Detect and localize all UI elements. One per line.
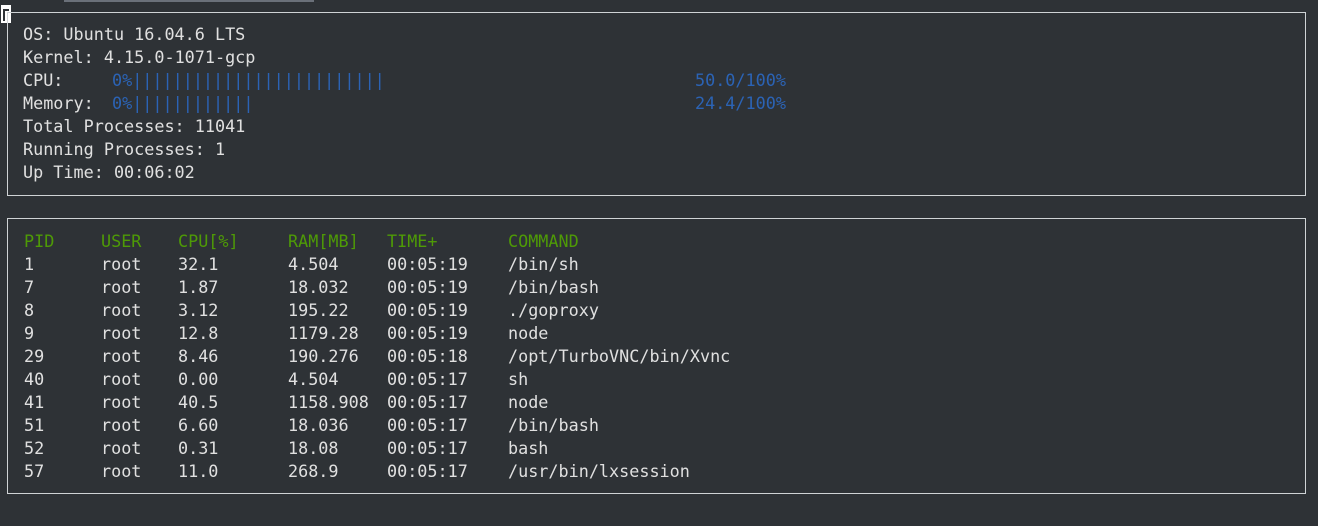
- memory-usage-bar: 0%||||||||||||: [112, 93, 254, 113]
- row-ram: 268.9: [288, 461, 339, 481]
- row-pid: 9: [24, 323, 35, 343]
- header-ram: RAM[MB]: [288, 231, 359, 251]
- row-user: root: [101, 346, 142, 366]
- row-user: root: [101, 369, 142, 389]
- row-pid: 57: [24, 461, 45, 481]
- row-command: node: [508, 392, 549, 412]
- row-time: 00:05:19: [387, 254, 468, 274]
- row-command: /opt/TurboVNC/bin/Xvnc: [508, 346, 731, 366]
- row-pid: 29: [24, 346, 45, 366]
- row-command: bash: [508, 438, 549, 458]
- os-label: OS:: [23, 24, 54, 44]
- row-user: root: [101, 438, 142, 458]
- row-command: sh: [508, 369, 529, 389]
- uptime-line: Up Time: 00:06:02: [23, 161, 195, 184]
- row-ram: 190.276: [288, 346, 359, 366]
- row-cpu: 40.5: [178, 392, 219, 412]
- row-ram: 195.22: [288, 300, 349, 320]
- row-cpu: 32.1: [178, 254, 219, 274]
- row-user: root: [101, 323, 142, 343]
- uptime-label: Up Time:: [23, 162, 104, 182]
- total-processes-value: 11041: [194, 116, 246, 136]
- row-cpu: 11.0: [178, 461, 219, 481]
- row-command: /bin/bash: [508, 415, 599, 435]
- row-time: 00:05:17: [387, 392, 468, 412]
- header-cpu: CPU[%]: [178, 231, 239, 251]
- os-line: OS: Ubuntu 16.04.6 LTS: [23, 23, 245, 46]
- row-pid: 51: [24, 415, 45, 435]
- header-command: COMMAND: [508, 231, 579, 251]
- row-ram: 18.08: [288, 438, 339, 458]
- cpu-usage-value: 50.0/100%: [695, 70, 786, 90]
- row-cpu: 6.60: [178, 415, 219, 435]
- row-user: root: [101, 461, 142, 481]
- total-processes-line: Total Processes: 11041: [23, 115, 245, 138]
- row-user: root: [101, 392, 142, 412]
- row-command: /bin/bash: [508, 277, 599, 297]
- row-pid: 8: [24, 300, 35, 320]
- row-ram: 18.036: [288, 415, 349, 435]
- row-cpu: 8.46: [178, 346, 219, 366]
- row-time: 00:05:18: [387, 346, 468, 366]
- row-pid: 41: [24, 392, 45, 412]
- row-user: root: [101, 415, 142, 435]
- row-cpu: 0.00: [178, 369, 219, 389]
- row-command: /usr/bin/lxsession: [508, 461, 690, 481]
- row-time: 00:05:17: [387, 438, 468, 458]
- os-value: Ubuntu 16.04.6 LTS: [63, 24, 246, 44]
- row-pid: 1: [24, 254, 35, 274]
- row-command: ./goproxy: [508, 300, 599, 320]
- row-command: node: [508, 323, 549, 343]
- running-processes-value: 1: [214, 139, 226, 159]
- row-cpu: 12.8: [178, 323, 219, 343]
- row-ram: 18.032: [288, 277, 349, 297]
- row-cpu: 3.12: [178, 300, 219, 320]
- total-processes-label: Total Processes:: [23, 116, 185, 136]
- row-time: 00:05:19: [387, 323, 468, 343]
- row-ram: 1179.28: [288, 323, 359, 343]
- header-user: USER: [101, 231, 142, 251]
- row-time: 00:05:17: [387, 415, 468, 435]
- header-pid: PID: [24, 231, 55, 251]
- row-cpu: 1.87: [178, 277, 219, 297]
- row-pid: 52: [24, 438, 45, 458]
- row-pid: 40: [24, 369, 45, 389]
- cpu-usage-bar: 0%|||||||||||||||||||||||||: [112, 70, 385, 90]
- row-user: root: [101, 254, 142, 274]
- row-ram: 4.504: [288, 254, 339, 274]
- kernel-label: Kernel:: [23, 47, 94, 67]
- memory-label: Memory:: [23, 93, 94, 113]
- kernel-line: Kernel: 4.15.0-1071-gcp: [23, 46, 255, 69]
- memory-usage-value: 24.4/100%: [695, 93, 786, 113]
- row-command: /bin/sh: [508, 254, 579, 274]
- row-time: 00:05:19: [387, 277, 468, 297]
- row-user: root: [101, 277, 142, 297]
- row-user: root: [101, 300, 142, 320]
- top-tab-indicator: [64, 0, 314, 2]
- uptime-value: 00:06:02: [113, 162, 195, 182]
- row-cpu: 0.31: [178, 438, 219, 458]
- running-processes-label: Running Processes:: [23, 139, 205, 159]
- row-time: 00:05:17: [387, 369, 468, 389]
- kernel-value: 4.15.0-1071-gcp: [103, 47, 256, 67]
- row-ram: 4.504: [288, 369, 339, 389]
- row-ram: 1158.908: [288, 392, 369, 412]
- running-processes-line: Running Processes: 1: [23, 138, 225, 161]
- row-time: 00:05:17: [387, 461, 468, 481]
- row-time: 00:05:19: [387, 300, 468, 320]
- row-pid: 7: [24, 277, 35, 297]
- cpu-label: CPU:: [23, 70, 64, 90]
- header-time: TIME+: [387, 231, 438, 251]
